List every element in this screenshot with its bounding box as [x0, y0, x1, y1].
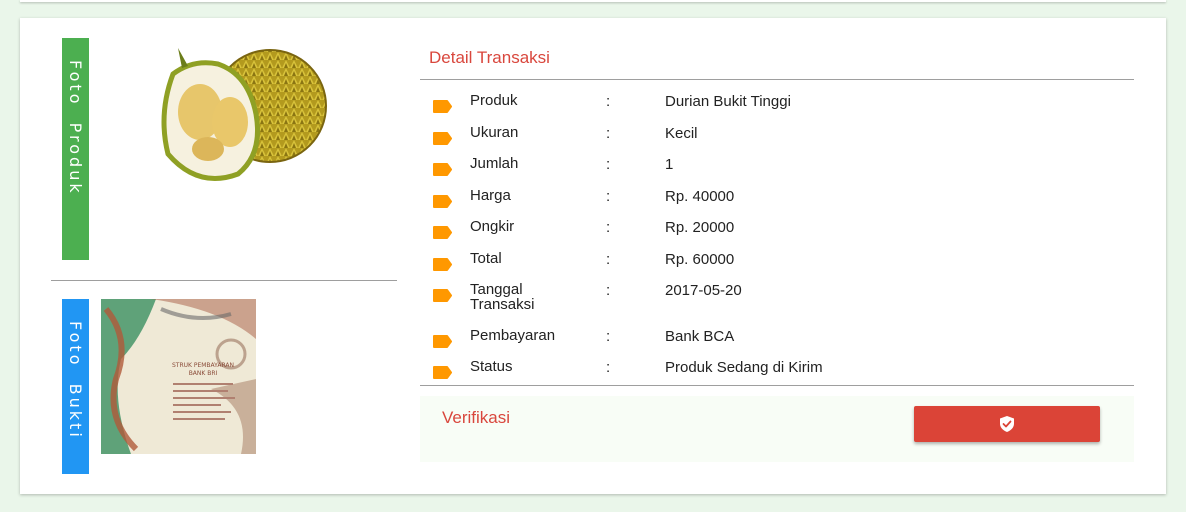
shield-check-icon [1000, 416, 1014, 432]
detail-value: Kecil [665, 125, 698, 142]
durian-product-image [161, 48, 327, 181]
receipt-subtitle: BANK BRI [189, 370, 218, 377]
detail-value: Rp. 60000 [665, 251, 735, 268]
detail-title-divider [420, 79, 1134, 80]
detail-colon: : [606, 251, 611, 268]
product-photo-label: Foto Produk [62, 38, 89, 260]
verify-button[interactable] [914, 406, 1100, 442]
receipt-title: STRUK PEMBAYARAN [172, 362, 234, 369]
detail-colon: : [606, 282, 611, 299]
detail-label: Ukuran [470, 124, 519, 141]
detail-label: Pembayaran [470, 327, 556, 344]
detail-title: Detail Transaksi [429, 48, 550, 67]
tag-icon [433, 100, 452, 113]
tag-icon [433, 195, 452, 208]
detail-label: Status [470, 358, 513, 375]
detail-label: Produk [470, 92, 518, 109]
detail-value: Rp. 20000 [665, 219, 735, 236]
tag-icon [433, 226, 452, 239]
detail-label: Jumlah [470, 155, 519, 172]
detail-colon: : [606, 359, 611, 376]
detail-colon: : [606, 219, 611, 236]
transaction-card: Foto Produk Foto Bukti STRUK PEMBAYARAN … [20, 18, 1166, 494]
tag-icon [433, 335, 452, 348]
tag-icon [433, 289, 452, 302]
detail-colon: : [606, 188, 611, 205]
detail-label: Total [470, 250, 502, 267]
previous-card-edge [20, 0, 1166, 2]
detail-label: Ongkir [470, 218, 515, 235]
detail-value: Rp. 40000 [665, 188, 735, 205]
detail-value: 2017-05-20 [665, 282, 742, 299]
payment-proof-image: STRUK PEMBAYARAN BANK BRI [101, 299, 256, 454]
tag-icon [433, 163, 452, 176]
detail-value: Durian Bukit Tinggi [665, 93, 791, 110]
detail-value: Bank BCA [665, 328, 735, 345]
proof-photo-label: Foto Bukti [62, 299, 89, 474]
detail-value: Produk Sedang di Kirim [665, 359, 823, 376]
detail-colon: : [606, 93, 611, 110]
tag-icon [433, 132, 452, 145]
verification-section: Verifikasi [420, 396, 1134, 462]
photo-divider [51, 280, 397, 281]
tag-icon [433, 258, 452, 271]
detail-colon: : [606, 328, 611, 345]
detail-value: 1 [665, 156, 674, 173]
detail-bottom-divider [420, 385, 1134, 386]
verification-label: Verifikasi [442, 408, 511, 427]
detail-colon: : [606, 156, 611, 173]
detail-label: Harga [470, 187, 511, 204]
tag-icon [433, 366, 452, 379]
detail-colon: : [606, 125, 611, 142]
detail-label: Tanggal Transaksi [470, 281, 535, 313]
